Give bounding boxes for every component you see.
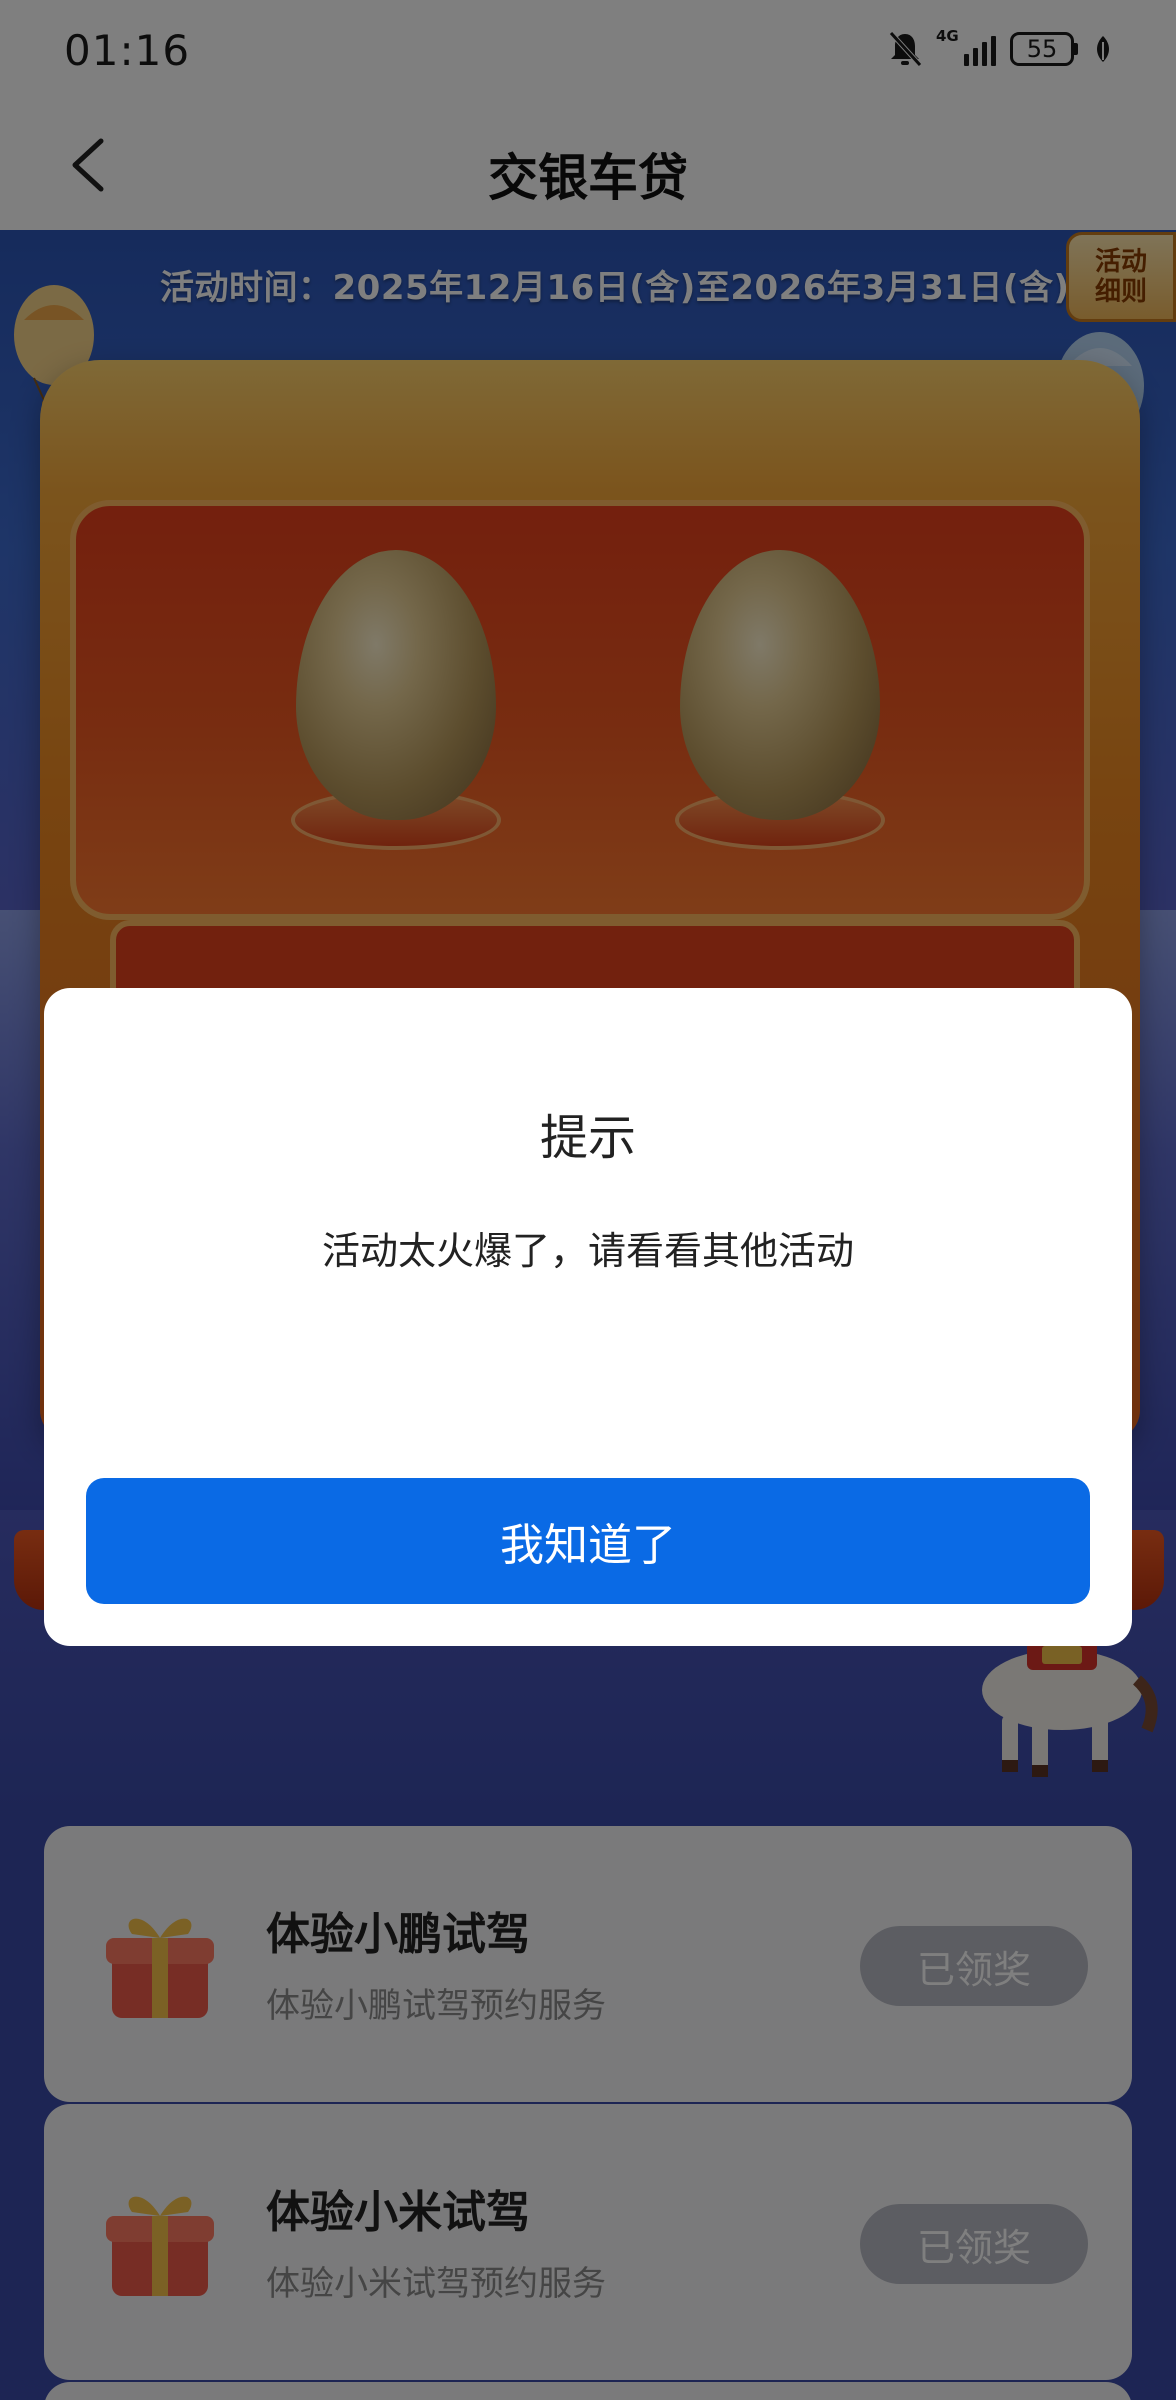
dialog-title: 提示 xyxy=(539,1110,636,1166)
dialog-message: 活动太火爆了，请看看其他活动 xyxy=(321,1229,854,1273)
confirm-button[interactable]: 我知道了 xyxy=(86,1478,1090,1604)
alert-dialog: 提示 活动太火爆了，请看看其他活动 我知道了 xyxy=(44,988,1132,1646)
